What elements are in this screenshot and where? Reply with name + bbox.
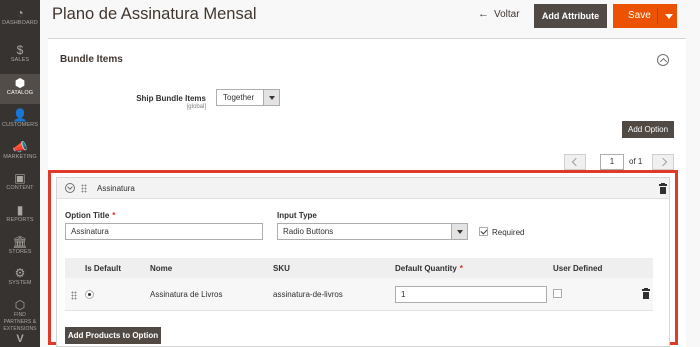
megaphone-icon: 📣 <box>12 140 28 154</box>
sidebar-item-content[interactable]: ▣ CONTENT <box>0 171 40 192</box>
selection-name: Assinatura de Livros <box>150 290 223 299</box>
layout-icon: ▣ <box>14 171 26 185</box>
sidebar-item-stores[interactable]: 🏛 STORES <box>0 235 40 256</box>
selections-grid-header: Is Default Nome SKU Default Quantity * Us… <box>65 258 653 278</box>
sidebar-item-partners[interactable]: ⬡ FIND PARTNERS & EXTENSIONS <box>0 298 40 333</box>
pager-of-label: of 1 <box>629 157 643 166</box>
trash-icon[interactable] <box>659 183 667 194</box>
pager-next-button[interactable] <box>652 154 674 170</box>
option-card-header[interactable]: Assinatura <box>57 178 669 199</box>
is-default-radio[interactable] <box>85 290 94 299</box>
arrow-left-icon: ← <box>478 8 489 20</box>
ship-bundle-select[interactable]: Together <box>216 89 280 106</box>
required-label: Required <box>492 228 525 237</box>
option-title-label: Option Title * <box>65 211 116 220</box>
col-sku: SKU <box>273 264 290 273</box>
col-nome: Nome <box>150 264 173 273</box>
drag-handle-icon[interactable] <box>81 184 87 193</box>
chevron-down-icon[interactable] <box>665 14 673 19</box>
box-icon: ⬢ <box>14 76 26 90</box>
drag-handle-icon[interactable] <box>71 291 77 300</box>
pager-prev-button[interactable] <box>564 154 586 170</box>
input-type-select[interactable]: Radio Buttons <box>277 223 468 240</box>
save-button[interactable]: Save <box>613 4 677 28</box>
sidebar-item-reports[interactable]: ▮ REPORTS <box>0 203 40 224</box>
trash-icon[interactable] <box>642 288 650 299</box>
store-icon: 🏛 <box>12 235 28 249</box>
user-defined-checkbox[interactable] <box>553 289 562 298</box>
bundle-option-card: Assinatura Option Title * Assinatura Inpu… <box>56 177 670 347</box>
dollar-icon: $ <box>16 43 24 57</box>
sidebar-item-dashboard[interactable]: ◔ DASHBOARD <box>0 6 40 27</box>
person-icon: 👤 <box>12 108 28 122</box>
ship-bundle-label: Ship Bundle Items <box>136 94 206 103</box>
sidebar-item-marketing[interactable]: 📣 MARKETING <box>0 140 40 161</box>
ship-bundle-scope: [global] <box>186 104 206 110</box>
add-option-button[interactable]: Add Option <box>622 121 674 138</box>
sidebar-item-system[interactable]: ⚙ SYSTEM <box>0 266 40 287</box>
input-type-label: Input Type <box>277 211 317 220</box>
col-default-quantity: Default Quantity * <box>395 264 463 273</box>
selection-sku: assinatura-de-livros <box>273 290 343 299</box>
default-quantity-input[interactable]: 1 <box>395 286 547 303</box>
puzzle-icon: ⬡ <box>14 298 26 312</box>
page-title: Plano de Assinatura Mensal <box>52 5 257 23</box>
chevron-down-icon <box>451 224 467 239</box>
sidebar-item-sales[interactable]: $ SALES <box>0 43 40 64</box>
table-row: Assinatura de Livros assinatura-de-livro… <box>65 278 653 311</box>
required-checkbox[interactable] <box>479 227 488 236</box>
col-user-defined: User Defined <box>553 264 603 273</box>
dashboard-icon: ◔ <box>16 6 24 20</box>
admin-sidebar: ◔ DASHBOARD $ SALES ⬢ CATALOG 👤 CUSTOMER… <box>0 0 40 347</box>
back-button[interactable]: ← Voltar <box>478 8 520 20</box>
save-divider <box>657 8 658 24</box>
pager-page-input[interactable]: 1 <box>600 154 624 170</box>
collapse-down-icon[interactable] <box>65 183 75 193</box>
collapse-up-icon[interactable] <box>657 54 669 66</box>
add-products-to-option-button[interactable]: Add Products to Option <box>65 327 161 344</box>
option-card-title: Assinatura <box>97 184 135 193</box>
add-attribute-button[interactable]: Add Attribute <box>534 4 607 28</box>
sidebar-item-customers[interactable]: 👤 CUSTOMERS <box>0 108 40 129</box>
option-title-input[interactable]: Assinatura <box>65 223 263 240</box>
sidebar-more-icon[interactable]: V <box>0 333 40 345</box>
col-is-default: Is Default <box>85 264 122 273</box>
gear-icon: ⚙ <box>14 266 26 280</box>
required-asterisk: * <box>112 211 116 220</box>
chevron-down-icon <box>263 90 279 105</box>
section-title: Bundle Items <box>60 54 123 65</box>
sidebar-item-catalog[interactable]: ⬢ CATALOG <box>0 74 40 104</box>
bar-chart-icon: ▮ <box>16 203 24 217</box>
